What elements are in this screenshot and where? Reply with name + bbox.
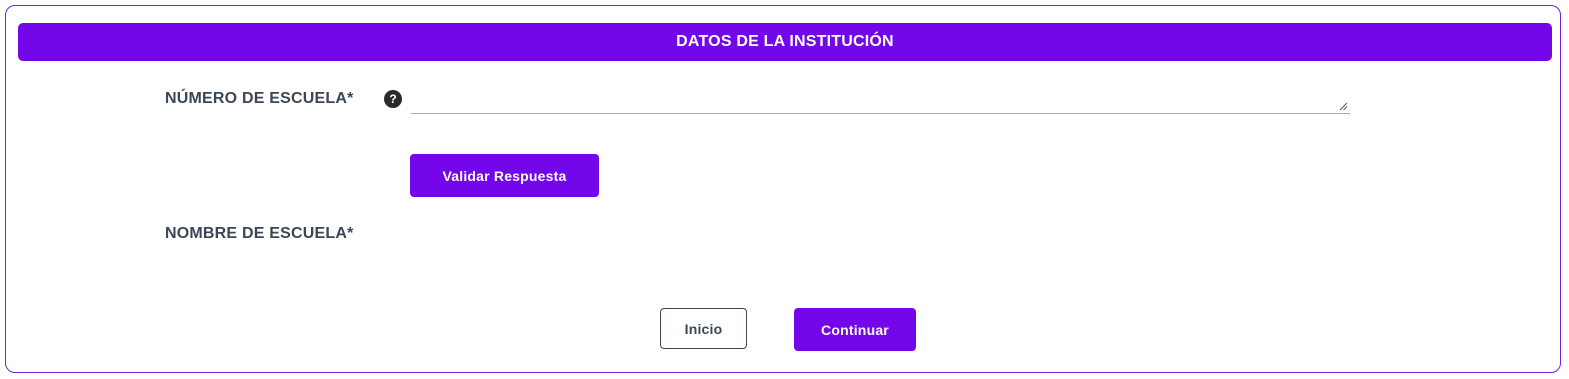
numero-escuela-field-wrapper [411, 89, 1350, 114]
inicio-button[interactable]: Inicio [660, 308, 747, 349]
nombre-escuela-label: NOMBRE DE ESCUELA* [165, 225, 354, 242]
form-card: DATOS DE LA INSTITUCIÓN NÚMERO DE ESCUEL… [5, 5, 1561, 373]
validar-respuesta-button[interactable]: Validar Respuesta [410, 154, 599, 197]
section-header: DATOS DE LA INSTITUCIÓN [18, 23, 1552, 61]
numero-escuela-label: NÚMERO DE ESCUELA* [165, 90, 354, 107]
numero-escuela-input[interactable] [411, 89, 1350, 113]
continuar-button[interactable]: Continuar [794, 308, 916, 351]
resize-handle-icon[interactable] [1339, 102, 1348, 111]
help-icon[interactable]: ? [384, 90, 402, 108]
